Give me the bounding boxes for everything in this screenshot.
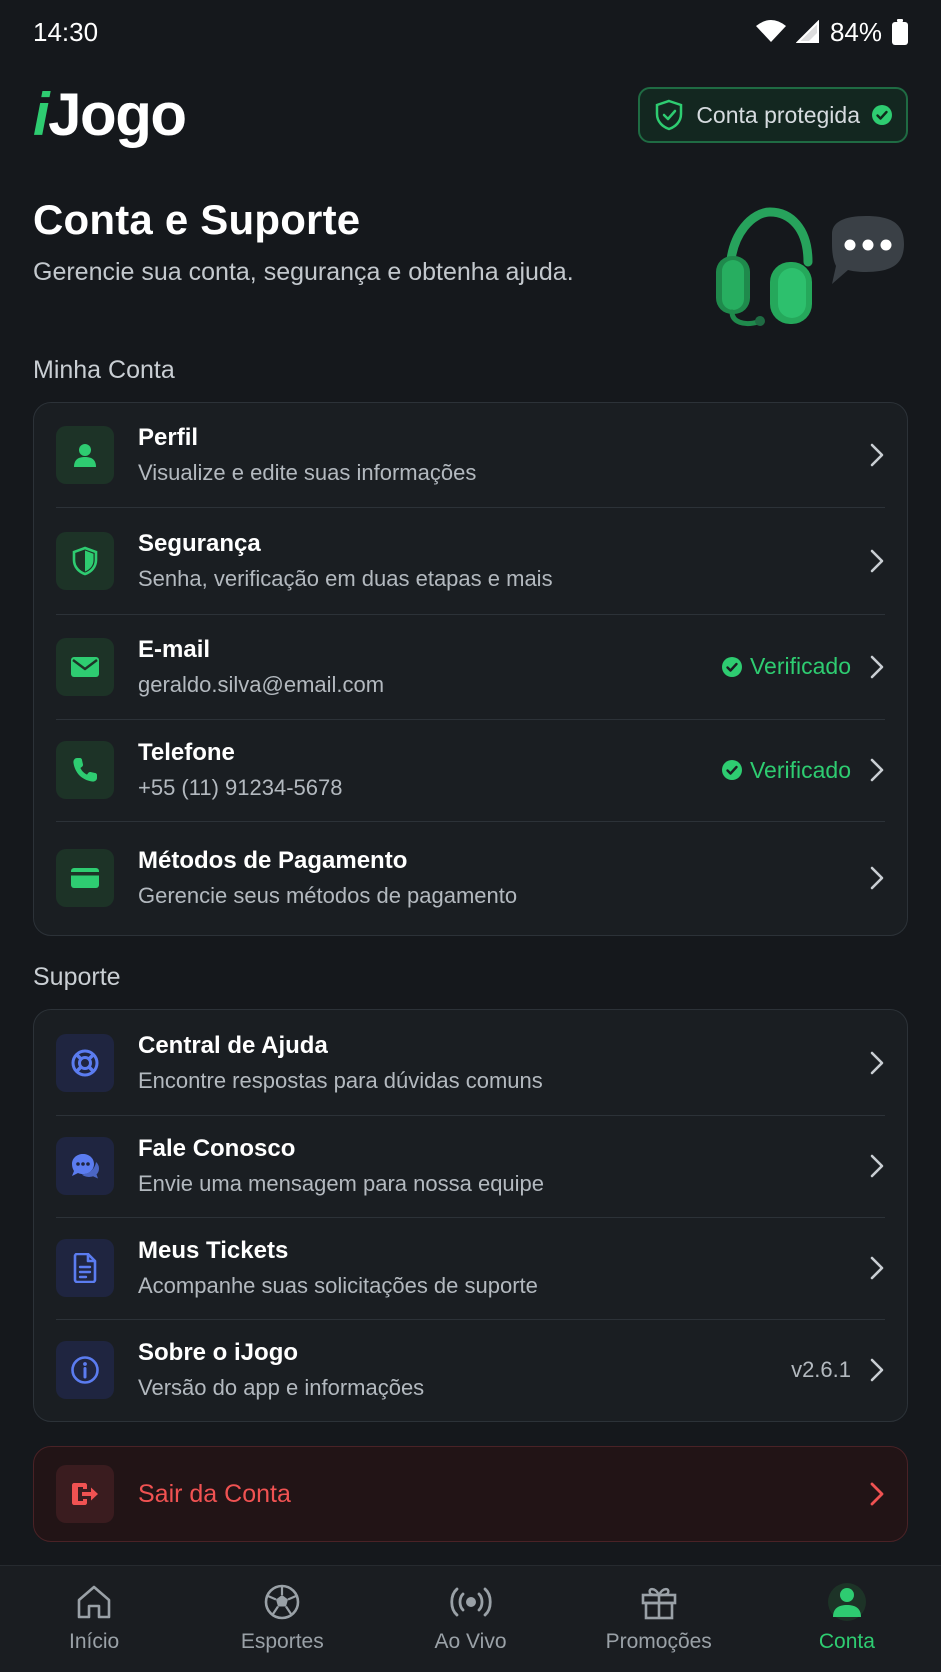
email-value: geraldo.silva@email.com xyxy=(138,671,385,697)
status-icons: 84% xyxy=(755,16,908,48)
support-item-about[interactable]: Sobre o iJogo Versão do app e informaçõe… xyxy=(34,1319,907,1421)
nav-label: Conta xyxy=(818,1630,875,1653)
account-protected-badge[interactable]: Conta protegida xyxy=(638,87,908,143)
item-title: Segurança xyxy=(138,529,261,557)
phone-icon xyxy=(56,741,114,799)
item-subtitle: Visualize e edite suas informações xyxy=(138,460,477,485)
check-circle-icon xyxy=(872,105,892,125)
user-icon xyxy=(827,1582,866,1622)
chevron-right-icon xyxy=(870,655,884,678)
verified-badge: Verificado xyxy=(721,756,851,784)
lifebuoy-icon xyxy=(56,1033,114,1092)
item-title: E-mail xyxy=(138,635,211,663)
wifi-icon xyxy=(755,20,786,42)
status-bar: 14:30 84% xyxy=(0,0,941,64)
nav-item-live[interactable]: Ao Vivo xyxy=(376,1566,564,1672)
item-title: Telefone xyxy=(138,739,235,766)
bottom-navigation: Início Esportes Ao Vivo Promoções Conta xyxy=(0,1565,941,1672)
item-subtitle: Acompanhe suas solicitações de suporte xyxy=(138,1273,538,1298)
headset-chat-illustration xyxy=(716,207,904,327)
cellular-signal-icon xyxy=(795,20,819,43)
logout-label: Sair da Conta xyxy=(138,1479,291,1508)
nav-label: Início xyxy=(69,1630,120,1653)
account-item-payment-methods[interactable]: Métodos de Pagamento Gerencie seus métod… xyxy=(34,821,907,934)
account-protected-label: Conta protegida xyxy=(696,101,860,128)
support-item-help-center[interactable]: Central de Ajuda Encontre respostas para… xyxy=(34,1010,907,1115)
nav-label: Esportes xyxy=(240,1630,324,1653)
nav-item-promotions[interactable]: Promoções xyxy=(565,1566,753,1672)
document-icon xyxy=(56,1239,114,1297)
verified-badge: Verificado xyxy=(721,653,851,680)
check-circle-icon xyxy=(721,760,742,780)
credit-card-icon xyxy=(56,848,114,907)
support-item-contact-us[interactable]: Fale Conosco Envie uma mensagem para nos… xyxy=(34,1115,907,1217)
chevron-right-icon xyxy=(870,1051,884,1074)
item-title: Métodos de Pagamento xyxy=(138,846,408,874)
nav-item-account[interactable]: Conta xyxy=(753,1566,941,1672)
nav-label: Ao Vivo xyxy=(434,1630,507,1653)
section-title-account: Minha Conta xyxy=(33,356,175,384)
page-hero: Conta e Suporte Gerencie sua conta, segu… xyxy=(33,196,908,346)
chevron-right-icon xyxy=(870,758,884,782)
app-header: i Jogo Conta protegida xyxy=(33,84,908,146)
nav-label: Promoções xyxy=(605,1630,712,1653)
ijogo-logo: i Jogo xyxy=(33,81,187,148)
chevron-right-icon xyxy=(870,866,884,889)
nav-item-home[interactable]: Início xyxy=(0,1566,188,1672)
verified-label: Verificado xyxy=(749,653,851,679)
chevron-right-icon xyxy=(870,1482,884,1506)
chevron-right-icon xyxy=(870,549,884,572)
item-subtitle: Envie uma mensagem para nossa equipe xyxy=(138,1171,545,1196)
phone-value: +55 (11) 91234-5678 xyxy=(138,775,343,800)
item-subtitle: Versão do app e informações xyxy=(138,1375,425,1400)
item-subtitle: Encontre respostas para dúvidas comuns xyxy=(138,1067,543,1093)
item-subtitle: Senha, verificação em duas etapas e mais xyxy=(138,565,553,591)
soccer-ball-icon xyxy=(263,1582,301,1622)
section-title-support: Suporte xyxy=(33,963,121,991)
app-version: v2.6.1 xyxy=(791,1357,851,1382)
shield-icon xyxy=(56,531,114,590)
home-icon xyxy=(75,1582,113,1622)
logout-icon xyxy=(56,1465,114,1523)
item-title: Sobre o iJogo xyxy=(138,1339,299,1366)
account-item-profile[interactable]: Perfil Visualize e edite suas informaçõe… xyxy=(34,403,907,507)
item-title: Central de Ajuda xyxy=(138,1031,328,1059)
item-title: Meus Tickets xyxy=(138,1237,289,1264)
account-item-security[interactable]: Segurança Senha, verificação em duas eta… xyxy=(34,507,907,614)
support-card: Central de Ajuda Encontre respostas para… xyxy=(33,1009,908,1422)
shield-check-icon xyxy=(656,99,683,131)
chevron-right-icon xyxy=(870,1154,884,1178)
item-title: Fale Conosco xyxy=(138,1135,296,1162)
gift-icon xyxy=(640,1582,678,1622)
info-icon xyxy=(56,1341,114,1399)
account-item-email[interactable]: E-mail geraldo.silva@email.com Verificad… xyxy=(34,614,907,719)
support-item-my-tickets[interactable]: Meus Tickets Acompanhe suas solicitações… xyxy=(34,1217,907,1319)
status-time: 14:30 xyxy=(33,16,99,47)
item-title: Perfil xyxy=(138,424,199,451)
chevron-right-icon xyxy=(870,443,884,467)
nav-item-sports[interactable]: Esportes xyxy=(188,1566,376,1672)
chevron-right-icon xyxy=(870,1256,884,1280)
live-broadcast-icon xyxy=(449,1582,493,1622)
check-circle-icon xyxy=(721,656,742,677)
verified-label: Verificado xyxy=(749,756,851,783)
chat-bubbles-icon xyxy=(56,1137,114,1195)
user-icon xyxy=(56,426,114,484)
account-card: Perfil Visualize e edite suas informaçõe… xyxy=(33,402,908,936)
logout-button[interactable]: Sair da Conta xyxy=(33,1446,908,1542)
battery-percent: 84% xyxy=(829,16,882,47)
chevron-right-icon xyxy=(870,1358,884,1382)
battery-icon xyxy=(892,19,908,45)
item-subtitle: Gerencie seus métodos de pagamento xyxy=(138,882,518,908)
account-item-phone[interactable]: Telefone +55 (11) 91234-5678 Verificado xyxy=(34,719,907,821)
envelope-icon xyxy=(56,637,114,696)
